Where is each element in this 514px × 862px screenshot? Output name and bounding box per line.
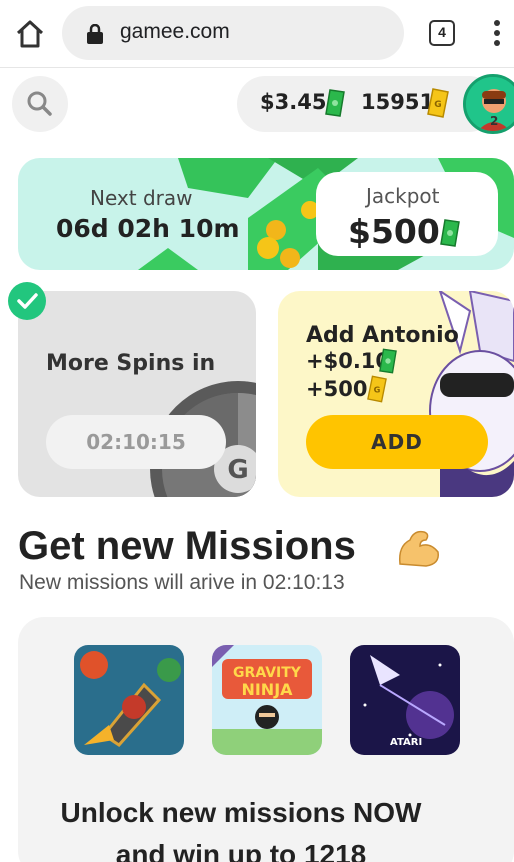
money-balance: $3.45 <box>260 90 327 114</box>
cash-icon <box>440 219 460 247</box>
jackpot-value: $500 <box>348 212 440 251</box>
app-header: $3.45 15951 G 2 <box>0 68 514 138</box>
jackpot-label: Jackpot <box>366 184 440 208</box>
missions-subtitle: New missions will arive in 02:10:13 <box>19 571 345 594</box>
spins-label: More Spins in <box>46 351 216 376</box>
svg-text:G: G <box>374 385 381 395</box>
url-text: gamee.com <box>120 20 230 43</box>
svg-text:ATARI: ATARI <box>390 737 422 748</box>
next-draw-label: Next draw <box>90 186 193 210</box>
cash-icon <box>379 348 397 374</box>
flexed-biceps-icon <box>398 530 439 567</box>
add-friend-card: Add Antonio +$0.10 +500 G ADD <box>278 291 514 497</box>
search-icon <box>27 91 52 116</box>
draw-banner[interactable]: Next draw 06d 02h 10m Jackpot $500 <box>18 158 514 270</box>
jackpot-box: Jackpot $500 <box>316 172 498 256</box>
tab-switcher-icon[interactable]: 4 <box>429 20 455 46</box>
ticket-icon: G <box>427 88 449 118</box>
svg-text:G: G <box>227 455 248 485</box>
svg-text:G: G <box>434 100 441 110</box>
check-icon <box>8 282 46 320</box>
url-bar[interactable]: gamee.com <box>62 6 404 60</box>
home-icon[interactable] <box>14 18 46 50</box>
svg-text:GRAVITY: GRAVITY <box>233 665 302 681</box>
menu-icon[interactable] <box>488 18 506 48</box>
next-draw-countdown: 06d 02h 10m <box>56 214 240 243</box>
balance-pill[interactable]: $3.45 15951 G <box>237 76 497 132</box>
add-friend-money-reward: +$0.10 <box>306 349 391 373</box>
lock-icon <box>87 24 103 44</box>
ticket-icon: G <box>367 375 387 403</box>
spins-card[interactable]: More Spins in G 02:10:15 <box>18 291 256 497</box>
missions-card: GRAVITY NINJA ATARI Unlock new missions … <box>18 617 514 862</box>
add-friend-button[interactable]: ADD <box>306 415 488 469</box>
unlock-missions-reward-text: and win up to 1218 <box>115 839 367 862</box>
search-button[interactable] <box>12 76 68 132</box>
svg-text:NINJA: NINJA <box>241 680 293 699</box>
browser-toolbar: gamee.com 4 <box>0 0 514 68</box>
add-friend-ticket-reward: +500 <box>306 377 368 401</box>
avatar[interactable] <box>463 74 514 134</box>
missions-title: Get new Missions <box>18 524 356 568</box>
game-thumb-atari[interactable]: ATARI <box>350 645 460 755</box>
unlock-missions-text: Unlock new missions NOW <box>60 797 422 828</box>
cash-icon <box>325 89 345 117</box>
game-thumb-gravity-ninja[interactable]: GRAVITY NINJA <box>212 645 322 755</box>
game-thumb-space-shooter[interactable] <box>74 645 184 755</box>
spins-countdown: 02:10:15 <box>46 415 226 469</box>
avatar-level: 2 <box>490 114 499 128</box>
ticket-balance: 15951 <box>361 90 435 114</box>
add-friend-title: Add Antonio <box>306 323 459 348</box>
